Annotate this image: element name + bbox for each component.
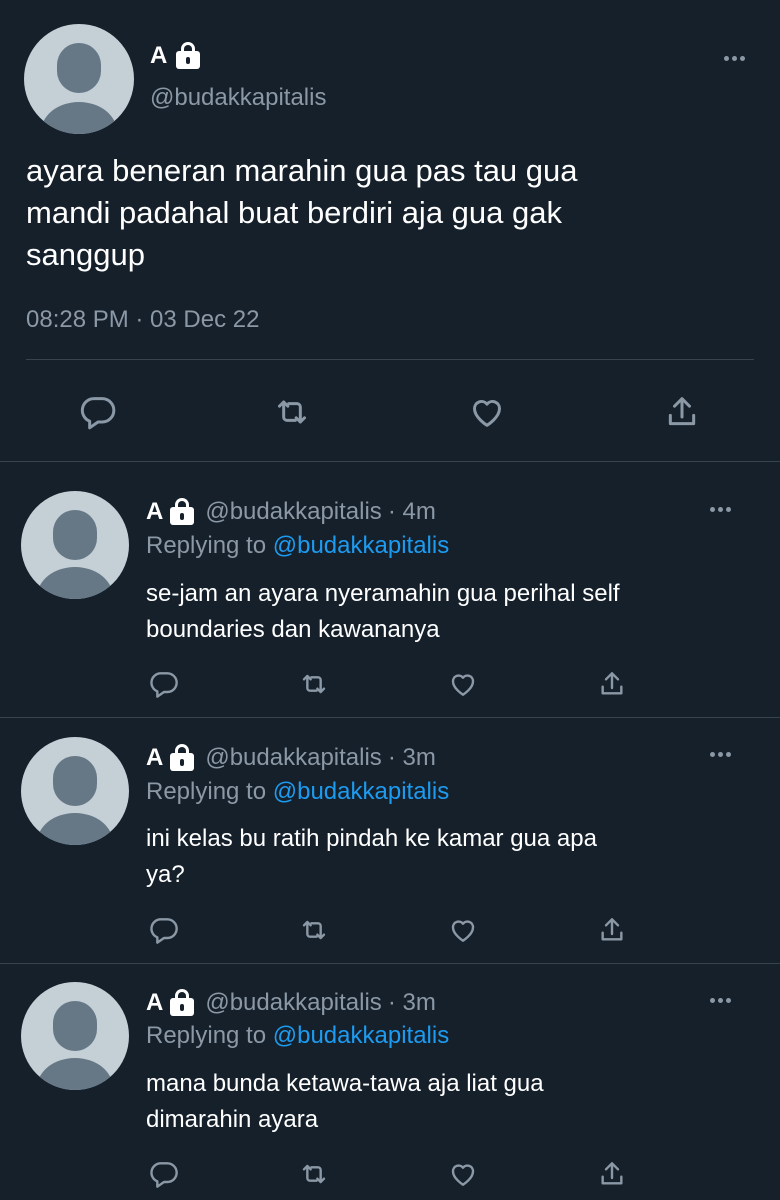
author-handle[interactable]: @budakkapitalis [205,498,381,526]
reply-text-line: dimarahin ayara [146,1106,319,1133]
lock-icon [169,498,195,526]
like-icon [451,1164,475,1186]
reply-text-line: ini kelas bu ratih pindah ke kamar gua a… [146,825,597,852]
share-icon [601,672,623,695]
like-button[interactable] [467,392,507,432]
divider [0,461,780,462]
tweet-text: ayara beneran marahin gua pas tau gua ma… [26,150,578,276]
share-icon [668,397,696,426]
reply-button[interactable] [148,668,180,700]
retweet-icon [278,400,306,424]
retweet-icon [302,674,326,694]
reply-time[interactable]: · 4m [388,498,436,526]
more-icon[interactable] [710,507,731,512]
more-icon[interactable] [724,56,745,61]
lock-icon [169,989,195,1017]
like-button[interactable] [447,914,479,946]
reply-button[interactable] [148,914,180,946]
avatar[interactable] [21,491,129,599]
reply-icon [80,397,116,430]
share-icon [601,1162,623,1185]
replying-to-label: Replying to [146,778,267,805]
avatar[interactable] [24,24,134,134]
reply-text-line: boundaries dan kawananya [146,616,440,643]
avatar[interactable] [21,737,129,845]
tweet-timestamp[interactable]: 08:28 PM · 03 Dec 22 [26,306,259,334]
author-name[interactable]: A [150,42,167,70]
reply-icon [150,918,178,944]
avatar[interactable] [21,982,129,1090]
like-icon [451,920,475,942]
reply-text: mana bunda ketawa-tawa aja liat gua dima… [146,1066,544,1138]
lock-icon [175,42,201,70]
retweet-icon [302,1164,326,1184]
share-icon [601,918,623,941]
reply-text-line: ya? [146,861,185,888]
like-icon [473,400,501,427]
divider [26,359,754,360]
divider [0,717,780,718]
retweet-button[interactable] [298,914,330,946]
more-icon[interactable] [710,752,731,757]
reply-button[interactable] [148,1158,180,1190]
author-name[interactable]: A [146,744,163,772]
replying-to-label: Replying to [146,532,267,559]
tweet-text-line: sanggup [26,237,145,272]
divider [0,963,780,964]
reply-button[interactable] [78,392,118,432]
author-handle[interactable]: @budakkapitalis [205,989,381,1017]
replying-to-handle[interactable]: @budakkapitalis [273,532,449,559]
author-name[interactable]: A [146,498,163,526]
reply-text-line: mana bunda ketawa-tawa aja liat gua [146,1070,544,1097]
retweet-button[interactable] [272,392,312,432]
like-button[interactable] [447,668,479,700]
reply-text: ini kelas bu ratih pindah ke kamar gua a… [146,821,597,893]
replying-to-label: Replying to [146,1022,267,1049]
share-button[interactable] [596,914,628,946]
reply-time[interactable]: · 3m [388,744,436,772]
share-button[interactable] [596,668,628,700]
lock-icon [169,744,195,772]
replying-to-handle[interactable]: @budakkapitalis [273,1022,449,1049]
like-button[interactable] [447,1158,479,1190]
author-handle[interactable]: @budakkapitalis [150,84,326,112]
replying-to-handle[interactable]: @budakkapitalis [273,778,449,805]
retweet-button[interactable] [298,668,330,700]
reply-text-line: se-jam an ayara nyeramahin gua perihal s… [146,580,620,607]
share-button[interactable] [596,1158,628,1190]
reply-text: se-jam an ayara nyeramahin gua perihal s… [146,576,620,648]
share-button[interactable] [662,392,702,432]
author-handle[interactable]: @budakkapitalis [205,744,381,772]
retweet-icon [302,920,326,940]
like-icon [451,674,475,696]
retweet-button[interactable] [298,1158,330,1190]
author-name[interactable]: A [146,989,163,1017]
tweet-text-line: mandi padahal buat berdiri aja gua gak [26,195,562,230]
reply-time[interactable]: · 3m [388,989,436,1017]
reply-icon [150,1162,178,1188]
tweet-text-line: ayara beneran marahin gua pas tau gua [26,153,578,188]
reply-icon [150,672,178,698]
more-icon[interactable] [710,998,731,1003]
